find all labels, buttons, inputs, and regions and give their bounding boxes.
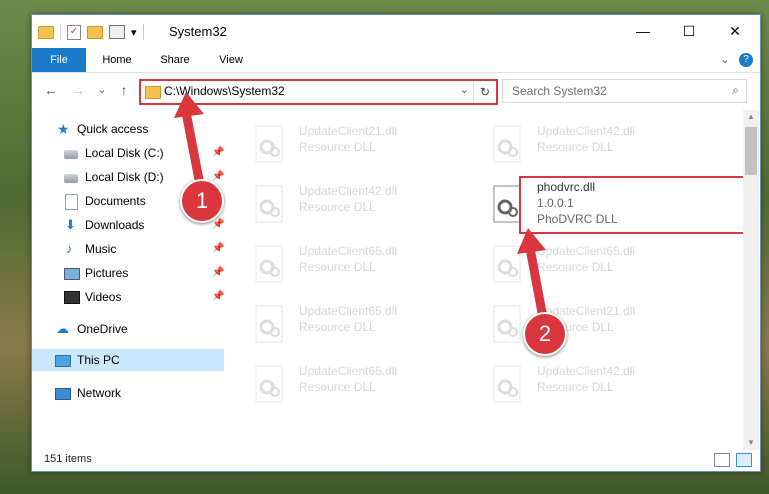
arrow-two <box>525 243 548 323</box>
arrow-two-head <box>517 228 546 254</box>
callout-two: 2 <box>523 312 567 356</box>
arrow-one-head <box>174 92 204 118</box>
annotation-arrows <box>174 92 548 323</box>
arrow-one <box>181 107 205 190</box>
callout-one: 1 <box>180 179 224 223</box>
